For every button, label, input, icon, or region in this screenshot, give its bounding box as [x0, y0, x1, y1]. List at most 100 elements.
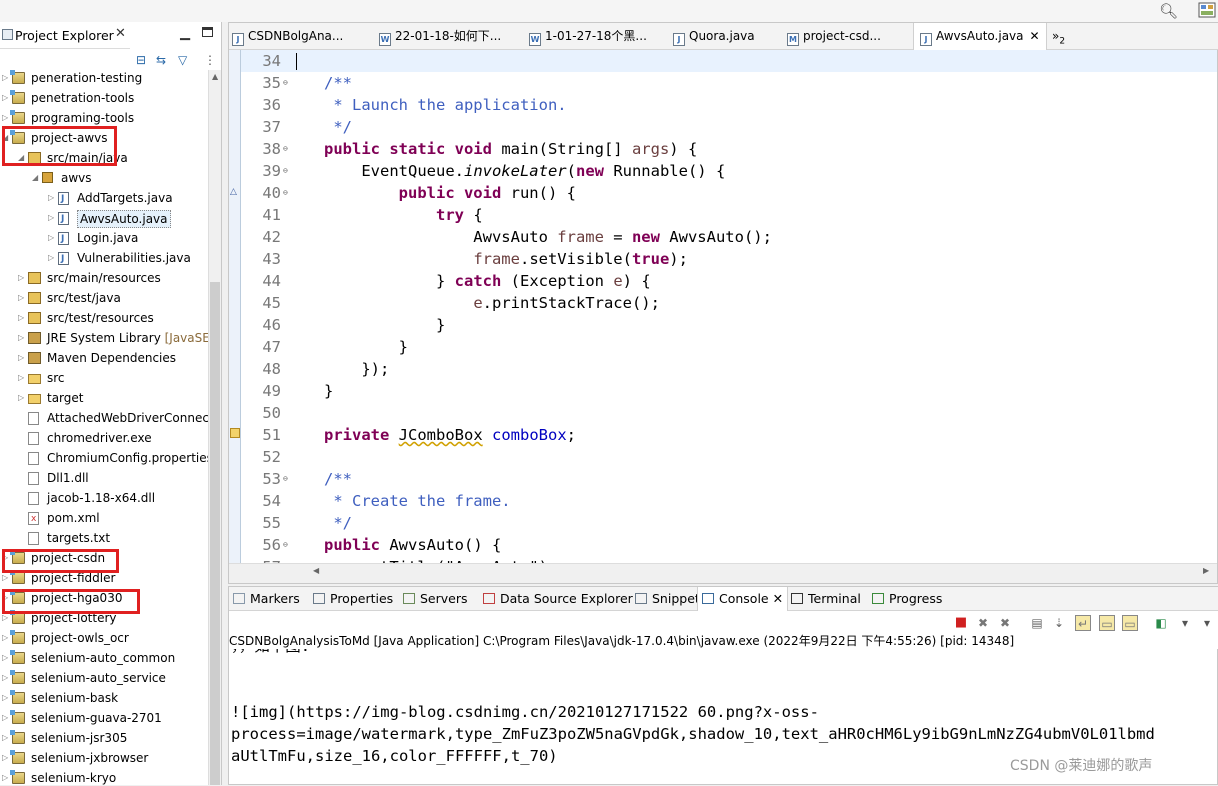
collapsed-arrow-icon[interactable]: ▷	[18, 308, 24, 328]
tree-scrollbar-thumb[interactable]	[210, 282, 220, 785]
scroll-left-icon[interactable]: ◀	[313, 566, 319, 575]
code-line[interactable]: 35 ⊖ /**	[241, 72, 1217, 94]
code-line[interactable]: 52	[241, 446, 1217, 468]
code-line[interactable]: 36 * Launch the application.	[241, 94, 1217, 116]
code-line[interactable]: 45 e.printStackTrace();	[241, 292, 1217, 314]
tree-item[interactable]: ChromiumConfig.properties	[0, 448, 208, 468]
tree-item[interactable]: pom.xml	[0, 508, 208, 529]
editor-tab[interactable]: W 22-01-18-如何下...	[379, 23, 501, 50]
tree-item[interactable]: ▷ src	[0, 368, 208, 388]
scroll-lock-icon[interactable]: ⇣	[1051, 615, 1067, 631]
code-line[interactable]: 51 private JComboBox comboBox;	[241, 424, 1217, 446]
warning-marker-icon[interactable]	[230, 428, 240, 438]
tree-item[interactable]: ▷ Login.java	[0, 228, 208, 249]
bottom-tab[interactable]: Terminal	[791, 587, 861, 611]
remove-all-icon[interactable]: ✖	[997, 615, 1013, 631]
fold-toggle-icon[interactable]: ⊖	[283, 182, 288, 204]
code-line[interactable]: 48 });	[241, 358, 1217, 380]
collapsed-arrow-icon[interactable]: ▷	[2, 768, 8, 785]
open-console-icon[interactable]: ▾	[1199, 615, 1215, 631]
collapsed-arrow-icon[interactable]: ▷	[2, 668, 8, 688]
code-line[interactable]: 54 * Create the frame.	[241, 490, 1217, 512]
editor-tab[interactable]: Mproject-csd...	[787, 23, 881, 50]
scroll-right-icon[interactable]: ▶	[1203, 566, 1209, 575]
tree-item[interactable]: ▷ peneration-testing	[0, 70, 208, 88]
tree-item[interactable]: ▷ Maven Dependencies	[0, 348, 208, 368]
collapsed-arrow-icon[interactable]: ▷	[2, 728, 8, 748]
code-line[interactable]: 50	[241, 402, 1217, 424]
search-icon[interactable]: 🔍︎	[1159, 2, 1178, 20]
collapsed-arrow-icon[interactable]: ▷	[2, 648, 8, 668]
tree-item[interactable]: ▷ Vulnerabilities.java	[0, 248, 208, 269]
fold-toggle-icon[interactable]: ⊖	[283, 468, 288, 490]
link-with-editor-icon[interactable]: ⇆	[156, 53, 166, 67]
collapsed-arrow-icon[interactable]: ▷	[48, 228, 54, 248]
close-icon[interactable]: ✕	[1030, 29, 1040, 43]
expanded-arrow-icon[interactable]: ◢	[32, 168, 38, 188]
bottom-tab[interactable]: Console ✕	[697, 587, 789, 611]
bottom-tab[interactable]: Progress	[872, 587, 942, 611]
editor-tab[interactable]: J Quora.java	[673, 23, 755, 50]
tree-item[interactable]: ▷ selenium-auto_service	[0, 668, 208, 688]
collapsed-arrow-icon[interactable]: ▷	[2, 688, 8, 708]
fold-toggle-icon[interactable]: ⊖	[283, 138, 288, 160]
bottom-tab[interactable]: Markers	[233, 587, 300, 611]
tree-item[interactable]: ▷ selenium-kryo	[0, 768, 208, 785]
view-menu-icon[interactable]: ⋮	[204, 53, 216, 67]
tree-item[interactable]: ▷ programing-tools	[0, 108, 208, 128]
collapsed-arrow-icon[interactable]: ▷	[48, 188, 54, 208]
tree-item[interactable]: ▷ src/test/resources	[0, 308, 208, 328]
code-line[interactable]: 56 ⊖ public AwvsAuto() {	[241, 534, 1217, 556]
tree-item[interactable]: ▷ JRE System Library [JavaSE-	[0, 328, 208, 348]
collapsed-arrow-icon[interactable]: ▷	[2, 108, 8, 128]
code-line[interactable]: 43 frame.setVisible(true);	[241, 248, 1217, 270]
tree-item[interactable]: AttachedWebDriverConnect	[0, 408, 208, 428]
tree-item[interactable]: ▷ project-owls_ocr	[0, 628, 208, 648]
tree-item[interactable]: ▷ selenium-bask	[0, 688, 208, 708]
scroll-up-icon[interactable]: ▲	[212, 72, 218, 81]
pin-console-icon[interactable]: ◧	[1153, 615, 1169, 631]
code-line[interactable]: 57 setTitle("AwvsAuto");	[241, 556, 1217, 563]
show-on-stdout-icon[interactable]: ▭	[1099, 615, 1115, 631]
maximize-icon[interactable]	[202, 27, 213, 37]
code-line[interactable]: 55 */	[241, 512, 1217, 534]
code-line[interactable]: 49}	[241, 380, 1217, 402]
show-on-stderr-icon[interactable]: ▭	[1122, 615, 1138, 631]
word-wrap-icon[interactable]: ↵	[1075, 615, 1091, 631]
bottom-tab[interactable]: Data Source Explorer	[483, 587, 633, 611]
code-line[interactable]: 39 ⊖ EventQueue.invokeLater(new Runnable(…	[241, 160, 1217, 182]
collapse-all-icon[interactable]: ⊟	[136, 53, 146, 67]
project-explorer-tab[interactable]: Project Explorer ✕	[0, 22, 130, 49]
display-console-icon[interactable]: ▾	[1177, 615, 1193, 631]
perspective-icon[interactable]	[1198, 2, 1216, 18]
collapsed-arrow-icon[interactable]: ▷	[18, 288, 24, 308]
collapsed-arrow-icon[interactable]: ▷	[2, 748, 8, 768]
collapsed-arrow-icon[interactable]: ▷	[18, 328, 24, 348]
editor-tab[interactable]: W 1-01-27-18个黑...	[529, 23, 647, 50]
code-line[interactable]: 53 ⊖ /**	[241, 468, 1217, 490]
tree-item[interactable]: ▷ penetration-tools	[0, 88, 208, 108]
tree-item[interactable]: ▷ selenium-guava-2701	[0, 708, 208, 728]
collapsed-arrow-icon[interactable]: ▷	[18, 368, 24, 388]
editor-tabs-overflow[interactable]: »2	[1052, 23, 1065, 50]
filter-icon[interactable]: ▽	[178, 53, 187, 67]
tree-item[interactable]: ▷ src/main/resources	[0, 268, 208, 288]
code-area[interactable]: 34 35 ⊖/** 36 * Launch the application. 37 *…	[241, 50, 1217, 563]
tree-item[interactable]: ▷ target	[0, 388, 208, 408]
collapsed-arrow-icon[interactable]: ▷	[18, 348, 24, 368]
clear-console-icon[interactable]: ▤	[1029, 615, 1045, 631]
terminate-icon[interactable]: ■	[953, 615, 969, 631]
collapsed-arrow-icon[interactable]: ▷	[18, 268, 24, 288]
code-line[interactable]: 47 }	[241, 336, 1217, 358]
code-line[interactable]: 38 ⊖ public static void main(String[] args…	[241, 138, 1217, 160]
tree-item[interactable]: jacob-1.18-x64.dll	[0, 488, 208, 508]
editor-tab[interactable]: J CSDNBolgAna...	[232, 23, 343, 50]
close-icon[interactable]: ✕	[115, 26, 126, 41]
fold-toggle-icon[interactable]: ⊖	[283, 72, 288, 94]
tree-item[interactable]: targets.txt	[0, 528, 208, 548]
code-line[interactable]: 37 */	[241, 116, 1217, 138]
code-line[interactable]: 42 AwvsAuto frame = new AwvsAuto();	[241, 226, 1217, 248]
bottom-tab[interactable]: Properties	[313, 587, 393, 611]
collapsed-arrow-icon[interactable]: ▷	[2, 708, 8, 728]
collapsed-arrow-icon[interactable]: ▷	[48, 208, 54, 228]
